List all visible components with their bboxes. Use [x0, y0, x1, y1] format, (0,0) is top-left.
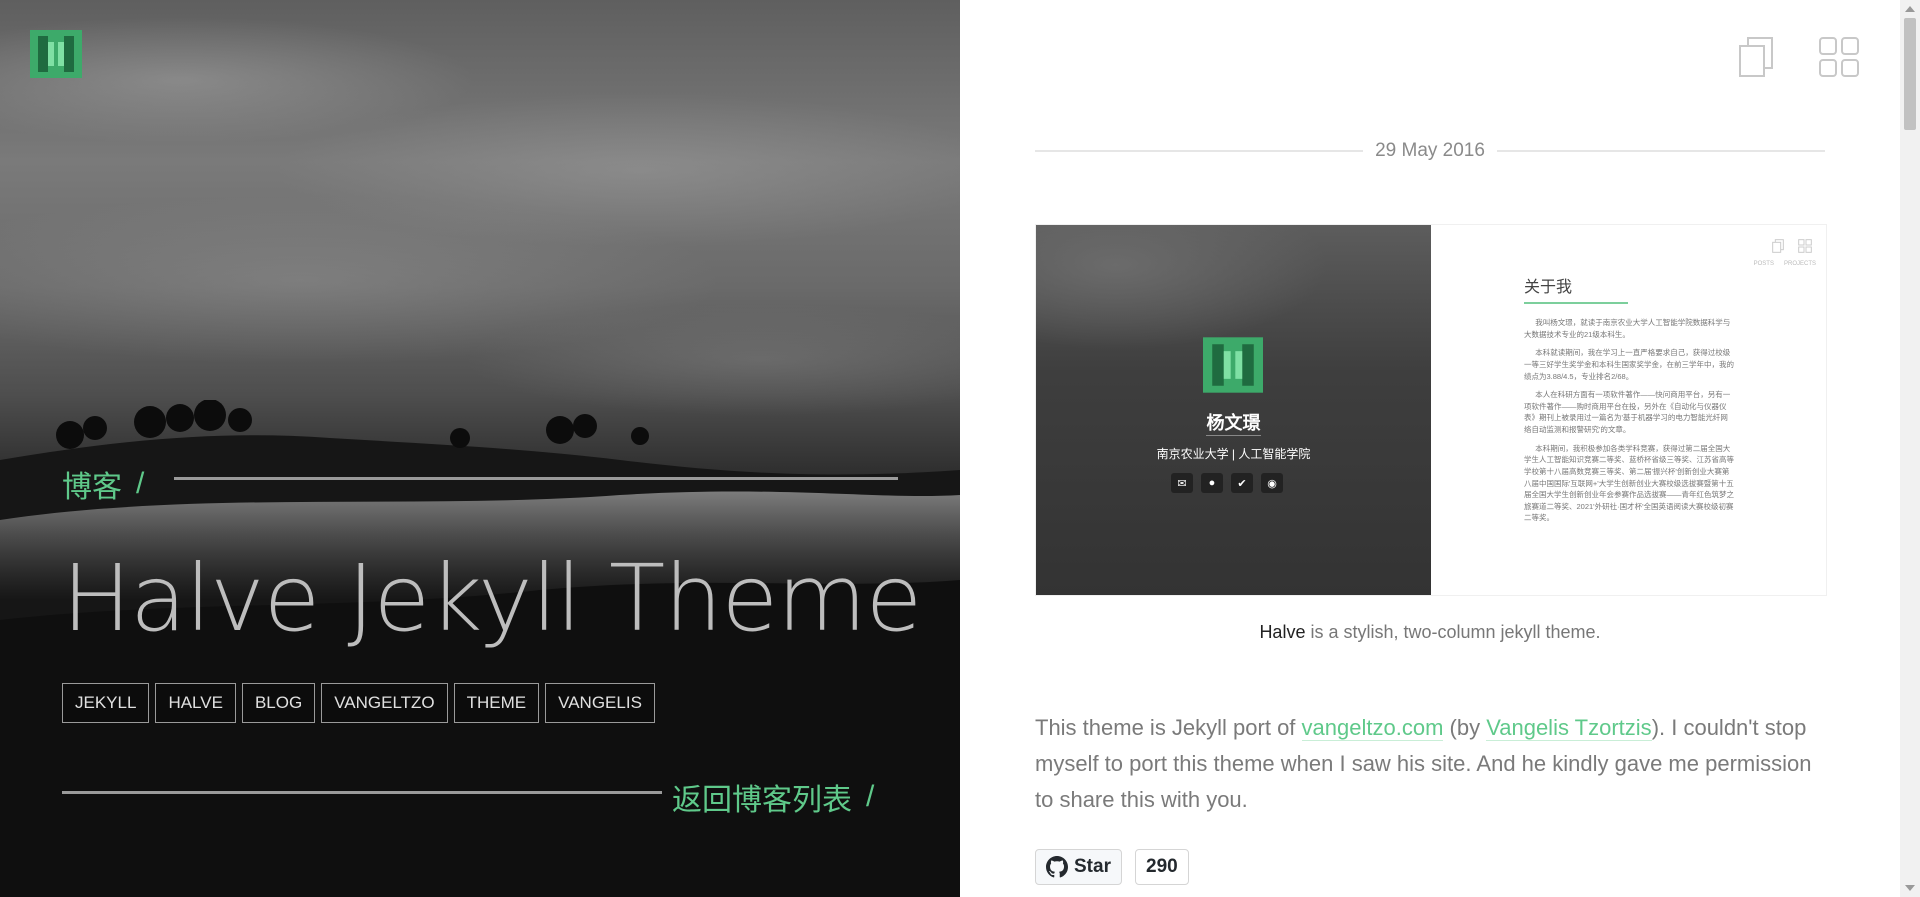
body-text-2: (by — [1443, 715, 1487, 740]
preview-paragraph: 我叫杨文璟，就读于南京农业大学人工智能学院数据科学与大数据技术专业的21级本科生… — [1524, 318, 1731, 339]
scroll-down-arrow-icon[interactable] — [1905, 885, 1915, 891]
projects-grid-icon[interactable] — [1818, 36, 1860, 78]
preview-social-icons: ✉ ● ✔ ◉ — [1171, 473, 1283, 493]
blog-link[interactable]: 博客 — [62, 462, 122, 506]
divider-line — [174, 477, 898, 480]
github-star-count[interactable]: 290 — [1135, 849, 1189, 885]
breadcrumb-slash: / — [866, 780, 875, 813]
preview-paragraph: 本科就读期间，我在学习上一直严格要求自己，获得过校级一等三好学生奖学金和本科生国… — [1524, 348, 1734, 381]
caption-bold: Halve — [1259, 622, 1306, 642]
back-to-blog: 返回博客列表 / — [672, 775, 874, 819]
date-divider — [1035, 150, 1364, 152]
github-star-label: Star — [1074, 856, 1111, 877]
back-to-blog-link[interactable]: 返回博客列表 — [672, 775, 852, 819]
preview-posts-label: POSTS — [1753, 261, 1774, 267]
preview-about: POSTS PROJECTS 关于我 我叫杨文璟，就读于南京农业大学人工智能学院… — [1431, 225, 1826, 595]
tag-vangeltzo[interactable]: VANGELTZO — [321, 683, 448, 723]
post-date-row: 29 May 2016 — [1035, 140, 1826, 162]
preview-nav-icons — [1772, 239, 1812, 253]
breadcrumb-slash: / — [136, 467, 145, 500]
weibo-icon: ◉ — [1261, 473, 1283, 493]
divider-line — [62, 791, 662, 794]
preview-hero: 杨文璟 南京农业大学 | 人工智能学院 ✉ ● ✔ ◉ — [1036, 225, 1431, 595]
preview-logo-icon — [1203, 337, 1263, 393]
tag-theme[interactable]: THEME — [453, 683, 540, 723]
preview-nav-labels: POSTS PROJECTS — [1754, 261, 1816, 267]
preview-posts-icon — [1772, 239, 1784, 253]
vangelis-tzortzis-link[interactable]: Vangelis Tzortzis — [1486, 715, 1652, 741]
theme-preview-image: 杨文璟 南京农业大学 | 人工智能学院 ✉ ● ✔ ◉ POSTS PROJEC… — [1035, 224, 1827, 596]
preview-paragraph: 本人在科研方面有一项软件著作——快问商用平台，另有一项软件著作——购时商用平台在… — [1524, 390, 1731, 434]
steam-icon: ✔ — [1231, 473, 1253, 493]
preview-projects-label: PROJECTS — [1783, 261, 1816, 267]
preview-projects-icon — [1798, 239, 1812, 253]
vangeltzo-link[interactable]: vangeltzo.com — [1301, 715, 1444, 741]
date-divider — [1496, 150, 1826, 152]
vertical-scrollbar[interactable] — [1900, 0, 1920, 897]
preview-school: 南京农业大学 | 人工智能学院 — [1156, 447, 1311, 461]
github-star-button[interactable]: Star — [1035, 849, 1122, 885]
posts-icon[interactable] — [1738, 36, 1774, 78]
preview-title-underline — [1524, 302, 1628, 304]
scroll-up-arrow-icon[interactable] — [1905, 6, 1915, 12]
preview-about-title: 关于我 — [1524, 279, 1573, 296]
tag-blog[interactable]: BLOG — [241, 683, 316, 723]
tag-vangelis[interactable]: VANGELIS — [545, 683, 655, 723]
tag-list: JEKYLL HALVE BLOG VANGELTZO THEME VANGEL… — [62, 683, 655, 723]
site-logo-icon[interactable] — [30, 30, 82, 78]
post-date: 29 May 2016 — [1375, 140, 1485, 161]
preview-paragraph: 本科期间，我积极参加各类学科竞赛，获得过第二届全国大学生人工智能知识竞赛二等奖、… — [1524, 443, 1734, 523]
post-title: Halve Jekyll Theme — [62, 545, 922, 652]
preview-author-name: 杨文璟 — [1206, 413, 1261, 433]
post-body-paragraph: This theme is Jekyll port of vangeltzo.c… — [1035, 710, 1825, 818]
mail-icon: ✉ — [1171, 473, 1193, 493]
preview-divider — [1206, 435, 1261, 436]
hero-panel: 博客 / Halve Jekyll Theme JEKYLL HALVE BLO… — [0, 0, 960, 897]
github-icon: ● — [1201, 473, 1223, 493]
blog-breadcrumb: 博客 / — [62, 462, 144, 506]
image-caption: Halve is a stylish, two-column jekyll th… — [1035, 622, 1825, 643]
body-text-1: This theme is Jekyll port of — [1035, 715, 1302, 740]
top-nav-icons — [1738, 36, 1860, 78]
caption-text: is a stylish, two-column jekyll theme. — [1305, 622, 1601, 642]
scrollbar-thumb[interactable] — [1904, 18, 1916, 130]
tag-jekyll[interactable]: JEKYLL — [62, 683, 150, 723]
post-content-panel: 29 May 2016 杨文璟 南京农业大学 | 人工智能学院 ✉ ● ✔ ◉ — [960, 0, 1900, 897]
github-icon — [1046, 856, 1068, 878]
preview-about-text: 我叫杨文璟，就读于南京农业大学人工智能学院数据科学与大数据技术专业的21级本科生… — [1524, 317, 1734, 531]
tag-halve[interactable]: HALVE — [155, 683, 236, 723]
